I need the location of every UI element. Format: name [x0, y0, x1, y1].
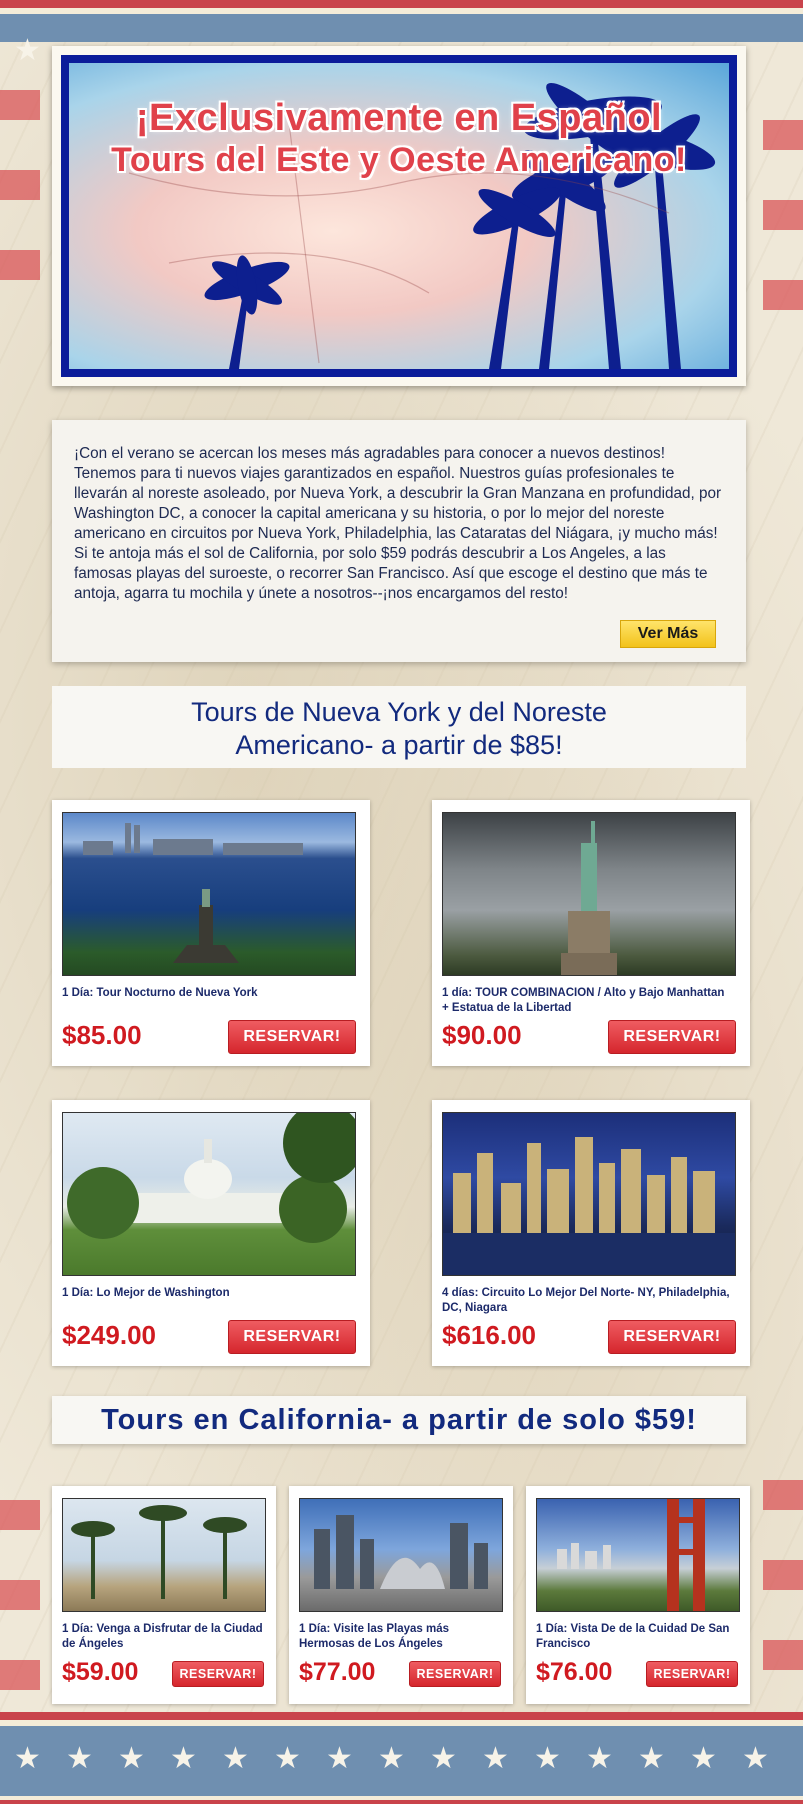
star-icon: ★: [118, 1742, 145, 1775]
tour-photo-downtown-la: [299, 1498, 503, 1612]
star-icon: ★: [274, 1742, 301, 1775]
downtown-illustration: [314, 1515, 488, 1589]
star-icon: ★: [14, 34, 41, 67]
tour-price: $76.00: [536, 1658, 613, 1686]
reservar-button[interactable]: RESERVAR!: [228, 1020, 356, 1054]
flag-stripes-left: [0, 60, 40, 1704]
tour-card-la-beaches[interactable]: 1 Día: Visite las Playas más Hermosas de…: [289, 1486, 513, 1704]
capitol-illustration: [67, 1113, 355, 1243]
hero-title-line1: ¡Exclusivamente en Español: [135, 97, 663, 139]
star-icon: ★: [326, 1742, 353, 1775]
tour-photo-statue-liberty: [442, 812, 736, 976]
intro-box: ¡Con el verano se acercan los meses más …: [52, 420, 746, 662]
hero-title-line2: Tours del Este y Oeste Americano!: [111, 141, 687, 179]
star-icon: ★: [742, 1742, 769, 1775]
northeast-section-title-text: Tours de Nueva York y del Noreste Americ…: [191, 697, 607, 760]
palms-illustration: [71, 1505, 247, 1599]
reservar-button[interactable]: RESERVAR!: [172, 1661, 264, 1687]
tour-photo-capitol: [62, 1112, 356, 1276]
intro-text: ¡Con el verano se acercan los meses más …: [74, 445, 722, 602]
skyline-illustration: [83, 823, 303, 963]
tour-description: 4 días: Circuito Lo Mejor Del Norte- NY,…: [442, 1287, 730, 1314]
tour-price: $77.00: [299, 1658, 376, 1686]
tour-card-northeast-circuit[interactable]: 4 días: Circuito Lo Mejor Del Norte- NY,…: [432, 1100, 750, 1366]
tour-photo-golden-gate: [536, 1498, 740, 1612]
statue-illustration: [561, 821, 617, 975]
hero-blue-frame: ¡Exclusivamente en Español Tours del Est…: [61, 55, 737, 377]
california-section-title: Tours en California- a partir de solo $5…: [52, 1396, 746, 1444]
tour-price: $59.00: [62, 1658, 139, 1686]
tour-description: 1 Día: Vista De de la Cuidad De San Fran…: [536, 1623, 730, 1650]
star-icon: ★: [14, 1742, 41, 1775]
tour-card-washington[interactable]: 1 Día: Lo Mejor de Washington $249.00 RE…: [52, 1100, 370, 1366]
tour-card-los-angeles[interactable]: 1 Día: Venga a Disfrutar de la Ciudad de…: [52, 1486, 276, 1704]
star-icon: ★: [690, 1742, 717, 1775]
tour-price: $249.00: [62, 1320, 156, 1350]
reservar-button[interactable]: RESERVAR!: [646, 1661, 738, 1687]
tour-description: 1 Día: Tour Nocturno de Nueva York: [62, 987, 258, 999]
tour-price: $616.00: [442, 1320, 536, 1350]
tour-price: $85.00: [62, 1020, 142, 1050]
hero-banner: ¡Exclusivamente en Español Tours del Est…: [52, 46, 746, 386]
night-skyline-illustration: [443, 1137, 735, 1275]
tour-card-manhattan-combo[interactable]: 1 día: TOUR COMBINACION / Alto y Bajo Ma…: [432, 800, 750, 1066]
tour-description: 1 día: TOUR COMBINACION / Alto y Bajo Ma…: [442, 987, 725, 1014]
reservar-button[interactable]: RESERVAR!: [608, 1020, 736, 1054]
hero-image: ¡Exclusivamente en Español Tours del Est…: [69, 63, 729, 369]
flag-top-band: ★: [0, 0, 803, 66]
tour-description: 1 Día: Venga a Disfrutar de la Ciudad de…: [62, 1623, 263, 1650]
reservar-button[interactable]: RESERVAR!: [228, 1320, 356, 1354]
star-icon: ★: [66, 1742, 93, 1775]
star-icon: ★: [638, 1742, 665, 1775]
golden-gate-illustration: [557, 1499, 705, 1611]
star-icon: ★: [430, 1742, 457, 1775]
ver-mas-button[interactable]: Ver Más: [620, 620, 716, 648]
flag-bottom-band: ★ ★ ★ ★ ★ ★ ★ ★ ★ ★ ★ ★ ★ ★ ★: [0, 1712, 803, 1804]
star-icon: ★: [586, 1742, 613, 1775]
tour-price: $90.00: [442, 1020, 522, 1050]
tour-photo-palms: [62, 1498, 266, 1612]
tour-card-nyc-night[interactable]: 1 Día: Tour Nocturno de Nueva York $85.0…: [52, 800, 370, 1066]
tour-photo-night-skyline: [442, 1112, 736, 1276]
star-icon: ★: [378, 1742, 405, 1775]
tour-photo-statue-harbor: [62, 812, 356, 976]
tour-card-san-francisco[interactable]: 1 Día: Vista De de la Cuidad De San Fran…: [526, 1486, 750, 1704]
tour-description: 1 Día: Lo Mejor de Washington: [62, 1287, 230, 1299]
star-icon: ★: [222, 1742, 249, 1775]
tour-description: 1 Día: Visite las Playas más Hermosas de…: [299, 1623, 450, 1650]
reservar-button[interactable]: RESERVAR!: [608, 1320, 736, 1354]
star-icon: ★: [534, 1742, 561, 1775]
northeast-section-title: Tours de Nueva York y del Noreste Americ…: [52, 686, 746, 768]
star-icon: ★: [482, 1742, 509, 1775]
star-icon: ★: [170, 1742, 197, 1775]
reservar-button[interactable]: RESERVAR!: [409, 1661, 501, 1687]
flag-stripes-right: [763, 60, 803, 1704]
